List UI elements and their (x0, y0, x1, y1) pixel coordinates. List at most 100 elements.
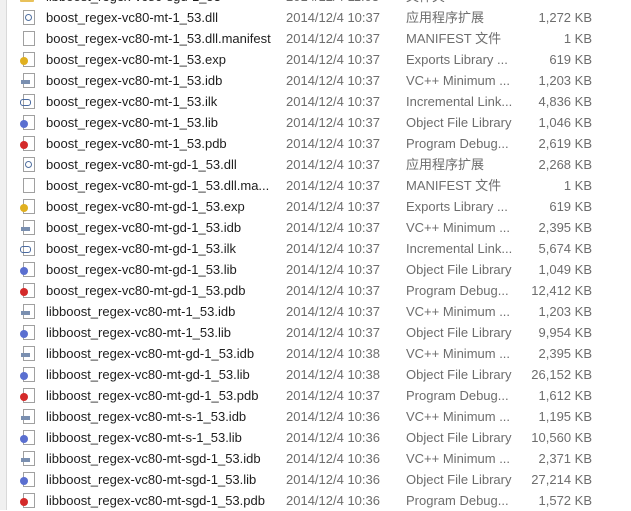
file-date: 2014/12/4 10:37 (286, 115, 380, 130)
folder-icon (19, 0, 35, 4)
file-name: boost_regex-vc80-mt-gd-1_53.dll.ma... (46, 178, 270, 193)
file-name: boost_regex-vc80-mt-1_53.exp (46, 52, 226, 67)
file-row[interactable]: boost_regex-vc80-mt-1_53.lib 2014/12/4 10… (0, 112, 631, 133)
file-row[interactable]: libboost_regex-vc80-sgd-1_53 2014/12/4 11… (0, 0, 631, 7)
file-row[interactable]: boost_regex-vc80-mt-1_53.pdb 2014/12/4 10… (0, 133, 631, 154)
file-size: 10,560 KB (531, 430, 592, 445)
file-name: libboost_regex-vc80-mt-gd-1_53.idb (46, 346, 255, 361)
file-date: 2014/12/4 10:36 (286, 451, 380, 466)
file-name: libboost_regex-vc80-mt-sgd-1_53.lib (46, 472, 257, 487)
file-row[interactable]: libboost_regex-vc80-mt-sgd-1_53.pdb 2014/… (0, 490, 631, 511)
idb-icon (19, 450, 35, 466)
file-name: libboost_regex-vc80-mt-s-1_53.idb (46, 409, 247, 424)
file-date: 2014/12/4 10:37 (286, 73, 380, 88)
file-size: 9,954 KB (538, 325, 593, 340)
file-name: boost_regex-vc80-mt-gd-1_53.idb (46, 220, 242, 235)
file-size: 1,612 KB (538, 388, 593, 403)
file-type: Program Debug... (406, 493, 509, 508)
file-name: libboost_regex-vc80-mt-gd-1_53.pdb (46, 388, 259, 403)
file-size: 1,203 KB (538, 73, 593, 88)
file-size: 619 KB (549, 199, 592, 214)
idb-icon (19, 303, 35, 319)
file-name: boost_regex-vc80-mt-1_53.lib (46, 115, 218, 130)
file-type: Object File Library (406, 325, 512, 340)
file-type: Object File Library (406, 262, 512, 277)
file-row[interactable]: boost_regex-vc80-mt-1_53.idb 2014/12/4 10… (0, 70, 631, 91)
file-date: 2014/12/4 10:37 (286, 388, 380, 403)
file-date: 2014/12/4 10:36 (286, 409, 380, 424)
file-name: boost_regex-vc80-mt-gd-1_53.dll (46, 157, 237, 172)
file-date: 2014/12/4 10:37 (286, 10, 380, 25)
file-name: libboost_regex-vc80-mt-1_53.idb (46, 304, 236, 319)
file-row[interactable]: boost_regex-vc80-mt-gd-1_53.idb 2014/12/4… (0, 217, 631, 238)
file-type: MANIFEST 文件 (406, 178, 502, 193)
file-list: libboost_regex-vc80-sgd-1_53 2014/12/4 11… (0, 0, 631, 511)
file-row[interactable]: libboost_regex-vc80-mt-sgd-1_53.lib 2014/… (0, 469, 631, 490)
file-size: 2,619 KB (538, 136, 593, 151)
file-row[interactable]: boost_regex-vc80-mt-gd-1_53.lib 2014/12/4… (0, 259, 631, 280)
file-name: boost_regex-vc80-mt-1_53.dll.manifest (46, 31, 271, 46)
file-row[interactable]: boost_regex-vc80-mt-gd-1_53.dll 2014/12/4… (0, 154, 631, 175)
file-row[interactable]: libboost_regex-vc80-mt-gd-1_53.idb 2014/1… (0, 343, 631, 364)
file-type: VC++ Minimum ... (406, 451, 511, 466)
file-name: libboost_regex-vc80-mt-1_53.lib (46, 325, 231, 340)
lib-icon (19, 261, 35, 277)
file-size: 1,572 KB (538, 493, 593, 508)
file-row[interactable]: boost_regex-vc80-mt-1_53.dll 2014/12/4 10… (0, 7, 631, 28)
file-name: boost_regex-vc80-mt-1_53.ilk (46, 94, 218, 109)
file-type: Exports Library ... (406, 199, 508, 214)
idb-icon (19, 219, 35, 235)
file-type: Exports Library ... (406, 52, 508, 67)
file-type: VC++ Minimum ... (406, 304, 511, 319)
pdb-icon (19, 387, 35, 403)
ilk-icon (19, 240, 35, 256)
file-type: Object File Library (406, 430, 512, 445)
file-name: boost_regex-vc80-mt-1_53.pdb (46, 136, 227, 151)
file-row[interactable]: libboost_regex-vc80-mt-gd-1_53.lib 2014/1… (0, 364, 631, 385)
file-row[interactable]: boost_regex-vc80-mt-gd-1_53.exp 2014/12/4… (0, 196, 631, 217)
file-row[interactable]: libboost_regex-vc80-mt-sgd-1_53.idb 2014/… (0, 448, 631, 469)
file-size: 1,049 KB (538, 262, 593, 277)
file-size: 5,674 KB (538, 241, 593, 256)
file-type: Object File Library (406, 367, 512, 382)
file-name: libboost_regex-vc80-mt-sgd-1_53.idb (46, 451, 261, 466)
file-row[interactable]: boost_regex-vc80-mt-gd-1_53.ilk 2014/12/4… (0, 238, 631, 259)
file-type: 应用程序扩展 (406, 157, 485, 172)
file-date: 2014/12/4 10:37 (286, 31, 380, 46)
file-type: 文件夹 (406, 0, 445, 7)
file-row[interactable]: boost_regex-vc80-mt-1_53.dll.manifest 201… (0, 28, 631, 49)
exp-icon (19, 51, 35, 67)
dll-icon (19, 156, 35, 172)
file-row[interactable]: libboost_regex-vc80-mt-1_53.lib 2014/12/4… (0, 322, 631, 343)
file-size: 2,268 KB (538, 157, 593, 172)
file-date: 2014/12/4 10:37 (286, 157, 380, 172)
file-row[interactable]: boost_regex-vc80-mt-1_53.exp 2014/12/4 10… (0, 49, 631, 70)
lib-icon (19, 471, 35, 487)
file-size: 1,046 KB (538, 115, 593, 130)
manifest-icon (19, 177, 35, 193)
file-row[interactable]: boost_regex-vc80-mt-gd-1_53.dll.ma... 201… (0, 175, 631, 196)
file-row[interactable]: boost_regex-vc80-mt-gd-1_53.pdb 2014/12/4… (0, 280, 631, 301)
file-type: Incremental Link... (406, 94, 513, 109)
file-size: 1 KB (563, 178, 592, 193)
file-date: 2014/12/4 10:37 (286, 178, 380, 193)
file-date: 2014/12/4 10:36 (286, 472, 380, 487)
file-type: 应用程序扩展 (406, 10, 485, 25)
file-size: 27,214 KB (531, 472, 592, 487)
file-size: 26,152 KB (531, 367, 592, 382)
file-row[interactable]: boost_regex-vc80-mt-1_53.ilk 2014/12/4 10… (0, 91, 631, 112)
file-size: 1,203 KB (538, 304, 593, 319)
file-name: libboost_regex-vc80-sgd-1_53 (46, 0, 221, 7)
file-row[interactable]: libboost_regex-vc80-mt-1_53.idb 2014/12/4… (0, 301, 631, 322)
lib-icon (19, 366, 35, 382)
ilk-icon (19, 93, 35, 109)
file-name: boost_regex-vc80-mt-1_53.idb (46, 73, 223, 88)
file-size: 2,395 KB (538, 346, 593, 361)
file-row[interactable]: libboost_regex-vc80-mt-s-1_53.lib 2014/12… (0, 427, 631, 448)
file-row[interactable]: libboost_regex-vc80-mt-s-1_53.idb 2014/12… (0, 406, 631, 427)
file-date: 2014/12/4 10:37 (286, 199, 380, 214)
file-row[interactable]: libboost_regex-vc80-mt-gd-1_53.pdb 2014/1… (0, 385, 631, 406)
file-size: 2,395 KB (538, 220, 593, 235)
idb-icon (19, 408, 35, 424)
file-date: 2014/12/4 10:37 (286, 241, 380, 256)
